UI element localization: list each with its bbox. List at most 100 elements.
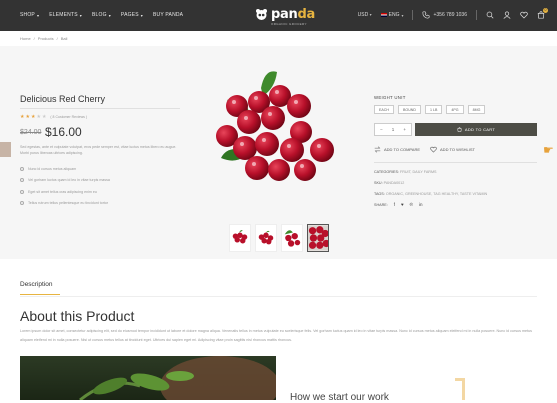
main-menu: SHOP ▾ ELEMENTS ▾ BLOG ▾ PAGES ▾ BUY PANDA bbox=[20, 12, 183, 18]
breadcrumb-separator: / bbox=[33, 36, 35, 41]
farming-photo bbox=[20, 356, 276, 400]
review-count-link[interactable]: ( 8 Customer Reviews ) bbox=[50, 115, 87, 119]
currency-selector[interactable]: USD ▾ bbox=[358, 12, 372, 18]
about-heading: About this Product bbox=[20, 308, 135, 324]
language-selector[interactable]: ENG ▾ bbox=[380, 12, 404, 18]
categories-value[interactable]: FRUIT, DAILY FARMS bbox=[400, 170, 437, 174]
twitter-icon[interactable]: ♥ bbox=[401, 202, 404, 207]
star-filled-icon: ★ bbox=[25, 114, 30, 120]
star-filled-icon: ★ bbox=[20, 114, 25, 120]
panda-logo[interactable]: panda ORGANIC GROCERY bbox=[255, 7, 315, 26]
chevron-down-icon: ▾ bbox=[401, 12, 404, 18]
feature-text: Nunc id cursus metus aliquam bbox=[28, 166, 77, 171]
share-label: SHARE: bbox=[374, 202, 388, 207]
thumbnail-strip bbox=[229, 224, 330, 252]
menu-label: BUY PANDA bbox=[152, 12, 184, 18]
sku-label: SKU: bbox=[374, 181, 383, 185]
thumbnail-2[interactable] bbox=[255, 224, 277, 252]
pointer-hand-icon: ☛ bbox=[543, 143, 554, 157]
product-title: Delicious Red Cherry bbox=[20, 94, 106, 104]
tags-label: TAGS: bbox=[374, 192, 385, 196]
search-icon[interactable] bbox=[486, 11, 494, 19]
menu-item-pages[interactable]: PAGES ▾ bbox=[121, 12, 143, 18]
thumbnail-3[interactable] bbox=[281, 224, 303, 252]
phone-link[interactable]: +356 789 1036 bbox=[422, 11, 467, 19]
chevron-down-icon: ▾ bbox=[36, 12, 40, 18]
menu-item-shop[interactable]: SHOP ▾ bbox=[20, 12, 39, 18]
weight-option-8mg[interactable]: 8MG bbox=[467, 105, 486, 114]
panda-icon bbox=[256, 9, 267, 20]
short-description: Sed egestas, ante et vulputate volutpat,… bbox=[20, 145, 177, 155]
thumbnail-1[interactable] bbox=[229, 224, 251, 252]
add-to-cart-button[interactable]: ADD TO CART bbox=[415, 123, 537, 136]
pinterest-icon[interactable]: ℗ bbox=[410, 202, 413, 207]
list-item: Vel gorham luctus quam id leo in vitae t… bbox=[20, 175, 110, 187]
share-row: SHARE: f ♥ ℗ in bbox=[374, 202, 423, 207]
facebook-icon[interactable]: f bbox=[394, 202, 395, 207]
breadcrumb-current: Ball bbox=[60, 36, 68, 41]
breadcrumb-products[interactable]: Products bbox=[38, 36, 54, 41]
cherry-thumbnail-image bbox=[284, 230, 301, 247]
language-label: ENG bbox=[388, 12, 400, 18]
quantity-stepper[interactable]: − 1 + bbox=[374, 123, 412, 136]
rating-stars: ★ ★ ★ ★ ★ ( 8 Customer Reviews ) bbox=[20, 114, 87, 120]
feature-list: Nunc id cursus metus aliquam Vel gorham … bbox=[20, 163, 110, 209]
divider bbox=[476, 10, 477, 20]
check-circle-icon bbox=[20, 178, 24, 183]
divider bbox=[374, 162, 537, 163]
thumbnail-4-selected[interactable] bbox=[307, 224, 330, 252]
feature-text: Tellus rutrum tellus pellentesque eu tin… bbox=[28, 201, 109, 206]
logo-wordmark: panda bbox=[271, 7, 315, 22]
quantity-value[interactable]: 1 bbox=[392, 127, 395, 132]
check-circle-icon bbox=[20, 189, 24, 194]
breadcrumb-home[interactable]: Home bbox=[20, 36, 31, 41]
about-text: Lorem ipsum dolor sit amet, consectetur … bbox=[20, 329, 533, 342]
weight-option-bound[interactable]: BOUND bbox=[398, 105, 421, 114]
star-empty-icon: ★ bbox=[41, 114, 47, 120]
logo-tagline: ORGANIC GROCERY bbox=[271, 22, 307, 26]
current-price: $16.00 bbox=[45, 125, 82, 139]
weight-options: EACH BOUND 1 LB 4PG 8MG bbox=[374, 105, 486, 114]
user-icon[interactable] bbox=[503, 11, 511, 19]
menu-label: PAGES bbox=[120, 12, 139, 18]
sku-row: SKU: PANDA0012 bbox=[374, 181, 404, 185]
cart-count-badge: 0 bbox=[543, 8, 548, 13]
product-main-image[interactable] bbox=[207, 66, 343, 196]
feature-text: Eget sit amet tellus cras adipiscing eni… bbox=[28, 189, 97, 194]
side-preview-image[interactable] bbox=[0, 142, 11, 157]
section-subheading: How we start our work bbox=[290, 392, 389, 403]
weight-option-1lb[interactable]: 1 LB bbox=[424, 105, 443, 114]
wishlist-label: ADD TO WISHLIST bbox=[440, 147, 475, 152]
menu-item-buy-panda[interactable]: BUY PANDA bbox=[153, 12, 183, 18]
feature-text: Vel gorham luctus quam id leo in vitae t… bbox=[28, 178, 110, 183]
menu-label: ELEMENTS bbox=[49, 12, 78, 18]
chevron-down-icon: ▾ bbox=[108, 12, 111, 18]
chevron-down-icon: ▾ bbox=[140, 12, 143, 18]
weight-unit-label: WEIGHT UNIT bbox=[374, 95, 406, 100]
add-to-wishlist-link[interactable]: ADD TO WISHLIST bbox=[430, 146, 475, 153]
check-circle-icon bbox=[20, 201, 24, 206]
flag-icon bbox=[380, 13, 387, 17]
categories-row: CATEGORIES: FRUIT, DAILY FARMS bbox=[374, 170, 437, 174]
star-empty-icon: ★ bbox=[36, 114, 41, 120]
menu-item-elements[interactable]: ELEMENTS ▾ bbox=[49, 12, 82, 18]
add-to-compare-link[interactable]: ADD TO COMPARE bbox=[374, 146, 420, 153]
cart-icon bbox=[457, 127, 462, 132]
menu-item-blog[interactable]: BLOG ▾ bbox=[92, 12, 111, 18]
decrement-button[interactable]: − bbox=[380, 127, 383, 132]
divider bbox=[412, 10, 414, 20]
heart-icon bbox=[430, 146, 437, 153]
cart-button[interactable]: 0 bbox=[537, 8, 548, 19]
divider bbox=[20, 296, 537, 297]
breadcrumb-separator: / bbox=[56, 36, 58, 41]
heart-icon[interactable] bbox=[520, 11, 528, 19]
tab-description[interactable]: Description bbox=[20, 281, 53, 288]
increment-button[interactable]: + bbox=[403, 127, 406, 132]
chevron-down-icon: ▾ bbox=[79, 12, 82, 18]
tags-value[interactable]: ORGANIC, GREENHOUSE, TAG HEALTHY, TASTE … bbox=[386, 192, 487, 196]
chevron-down-icon: ▾ bbox=[369, 12, 372, 17]
breadcrumb: Home / Products / Ball bbox=[20, 36, 67, 41]
weight-option-4pg[interactable]: 4PG bbox=[446, 105, 464, 114]
linkedin-icon[interactable]: in bbox=[419, 202, 423, 207]
weight-option-each[interactable]: EACH bbox=[374, 105, 394, 114]
